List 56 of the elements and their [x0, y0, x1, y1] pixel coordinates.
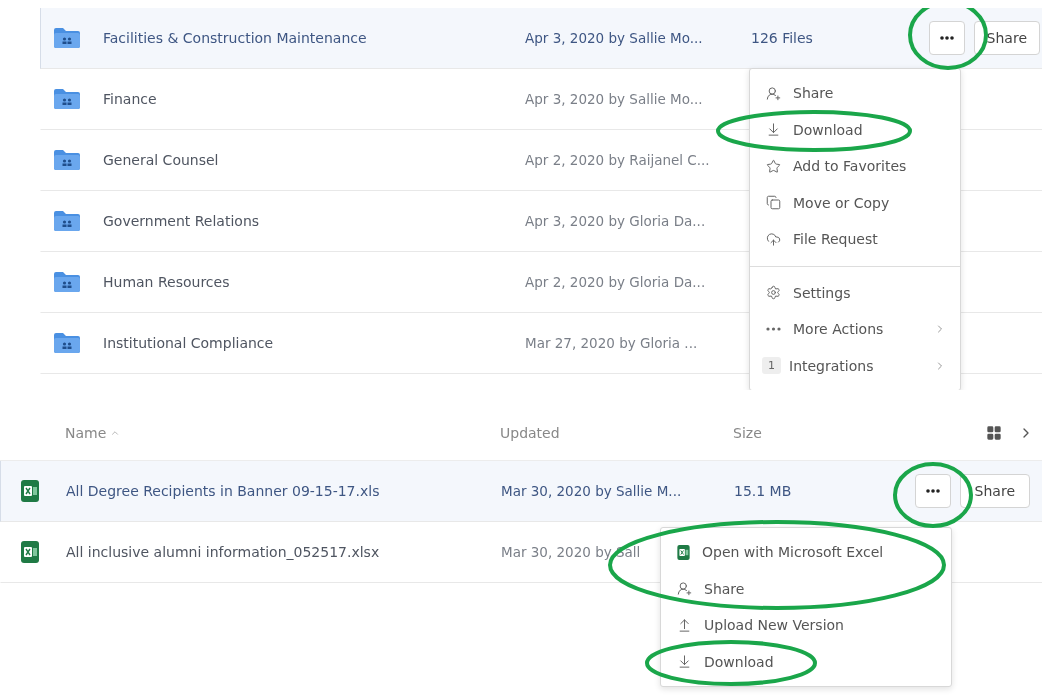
share-button[interactable]: Share: [959, 474, 1030, 508]
more-icon: [925, 489, 940, 493]
folder-row[interactable]: Facilities & Construction Maintenance Apr 3, 2020 by Sallie Mo... 126 Files Share: [40, 8, 1042, 69]
shared-folder-icon: [53, 332, 81, 354]
more-options-button[interactable]: [914, 474, 951, 508]
column-header[interactable]: Name: [65, 424, 107, 441]
size-text: 15.1 MB: [734, 483, 792, 499]
shared-folder-icon: [53, 210, 81, 232]
copy-icon: [766, 195, 781, 211]
shared-folder-icon: [53, 149, 81, 171]
updated-text: Apr 3, 2020 by Sallie Mo...: [525, 91, 703, 107]
more-options-button[interactable]: [928, 21, 965, 55]
menu-item[interactable]: Settings: [750, 274, 960, 311]
folder-name: General Counsel: [103, 152, 220, 168]
folder-name: Human Resources: [103, 274, 231, 290]
shared-folder-icon: [53, 271, 81, 293]
size-text: 126 Files: [751, 30, 813, 46]
updated-text: Apr 2, 2020 by Gloria Da...: [525, 274, 706, 290]
share-button[interactable]: Share: [973, 21, 1040, 55]
column-header[interactable]: Updated: [500, 424, 733, 441]
file-name: All inclusive alumni information_052517.xlsx: [66, 544, 381, 560]
file-name: All Degree Recipients in Banner 09-15-17.xls: [66, 483, 381, 499]
column-header[interactable]: Size: [733, 424, 762, 441]
person-plus-icon: [677, 581, 692, 597]
updated-text: Apr 3, 2020 by Gloria Da...: [525, 213, 706, 229]
shared-folder-icon: [53, 88, 81, 110]
person-plus-icon: [766, 85, 781, 101]
updated-text: Mar 30, 2020 by Sallie M...: [501, 483, 682, 499]
menu-item[interactable]: Upload New Version: [661, 607, 951, 644]
folder-name: Finance: [103, 91, 158, 107]
folder-name: Institutional Compliance: [103, 335, 275, 351]
menu-item[interactable]: Add to Favorites: [750, 148, 960, 185]
download-icon: [766, 122, 781, 138]
updated-text: Mar 27, 2020 by Gloria ...: [525, 335, 698, 351]
spreadsheet-icon: [677, 544, 690, 560]
grid-view-icon[interactable]: [986, 424, 1002, 441]
folder-name: Facilities & Construction Maintenance: [103, 30, 368, 46]
count-badge: 1: [762, 357, 781, 375]
spreadsheet-icon: [21, 541, 39, 563]
more-icon: [939, 36, 954, 40]
star-icon: [766, 158, 781, 174]
shared-folder-icon: [53, 27, 81, 49]
spreadsheet-icon: [21, 480, 39, 502]
menu-item[interactable]: Download: [661, 643, 951, 680]
updated-text: Apr 2, 2020 by Raijanel C...: [525, 152, 710, 168]
upload-icon: [677, 617, 692, 633]
file-row[interactable]: All Degree Recipients in Banner 09-15-17.xls Mar 30, 2020 by Sallie M... 15.1 MB Share: [0, 461, 1042, 522]
folder-name: Government Relations: [103, 213, 261, 229]
cloud-upload-icon: [766, 231, 781, 247]
menu-item[interactable]: Open with Microsoft Excel: [661, 534, 951, 571]
updated-text: Apr 3, 2020 by Sallie Mo...: [525, 30, 703, 46]
menu-item[interactable]: Share: [750, 75, 960, 112]
menu-item[interactable]: More Actions: [750, 311, 960, 348]
settings-icon: [766, 285, 781, 301]
download-icon: [677, 654, 692, 670]
more-icon: [766, 327, 781, 332]
